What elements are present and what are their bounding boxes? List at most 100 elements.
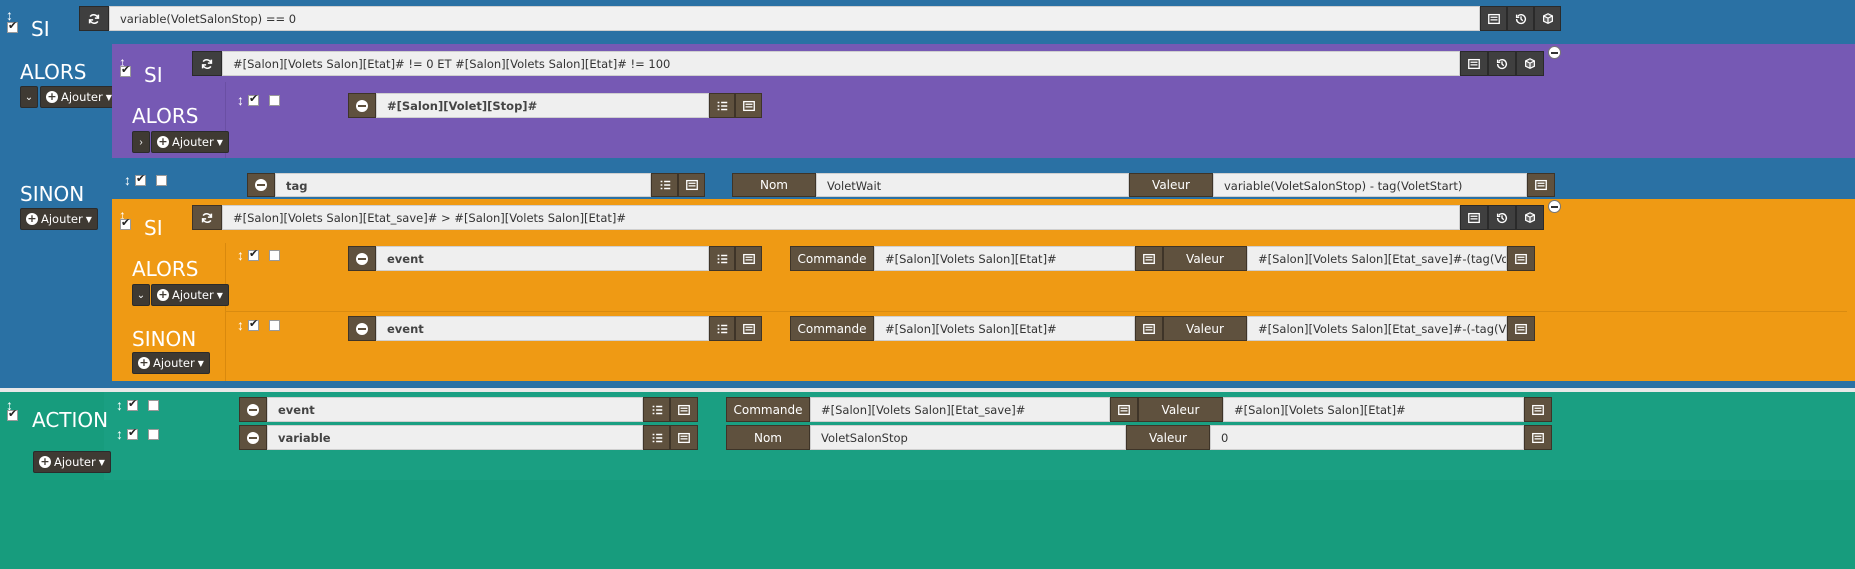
command-select-button[interactable] [1135, 246, 1163, 271]
refresh-button[interactable] [192, 205, 222, 230]
si-condition-input[interactable]: variable(VoletSalonStop) == 0 [109, 6, 1480, 31]
action-type-input[interactable]: event [267, 397, 643, 422]
details-button[interactable] [670, 425, 698, 450]
remove-nested-si-icon[interactable] [1548, 46, 1561, 59]
details-button[interactable] [670, 397, 698, 422]
nested-si2-checkbox[interactable] [120, 216, 131, 230]
row-enable-checkbox[interactable] [127, 426, 138, 440]
row-parallel-checkbox[interactable] [269, 319, 280, 331]
row-parallel-checkbox[interactable] [269, 249, 280, 261]
remove-row-button[interactable] [239, 425, 267, 450]
row-parallel-checkbox[interactable] [148, 428, 159, 440]
refresh-button[interactable] [79, 6, 109, 31]
command-input[interactable]: #[Salon][Volets Salon][Etat]# [874, 246, 1135, 271]
collapse-button[interactable]: ⌄ [132, 284, 150, 306]
nested2-sinon-add-button[interactable]: + Ajouter ▼ [132, 352, 210, 374]
row-enable-checkbox[interactable] [248, 92, 259, 106]
action-type-input[interactable]: variable [267, 425, 643, 450]
tag-value-input[interactable]: variable(VoletSalonStop) - tag(VoletStar… [1213, 173, 1527, 197]
details-button[interactable] [735, 316, 762, 341]
nested-si-condition-input[interactable]: #[Salon][Volets Salon][Etat]# != 0 ET #[… [222, 51, 1460, 76]
command-value-input[interactable]: #[Salon][Volets Salon][Etat_save]#-(-tag… [1247, 316, 1507, 341]
action-enable-checkbox[interactable] [7, 407, 18, 421]
equipment-button[interactable] [1534, 6, 1561, 31]
sinon-add-button[interactable]: + Ajouter ▼ [20, 208, 98, 230]
remove-row-button[interactable] [348, 316, 376, 341]
details-button[interactable] [735, 93, 762, 118]
row-parallel-checkbox[interactable] [148, 399, 159, 411]
si-enable-checkbox[interactable] [7, 19, 18, 33]
options-button[interactable] [651, 173, 678, 197]
action-type-input[interactable]: event [376, 246, 709, 271]
row-enable-checkbox[interactable] [248, 317, 259, 331]
row-controls[interactable]: ↕ [116, 397, 159, 412]
refresh-button[interactable] [192, 51, 222, 76]
options-button[interactable] [709, 246, 735, 271]
nested2-alors-add-button[interactable]: + Ajouter ▼ [151, 284, 229, 306]
history-button[interactable] [1488, 51, 1516, 76]
row-controls[interactable]: ↕ [116, 426, 159, 441]
move-icon[interactable]: ↕ [116, 398, 123, 412]
move-icon[interactable]: ↕ [237, 318, 244, 332]
minus-icon [255, 179, 267, 191]
options-button[interactable] [709, 93, 735, 118]
action-add-button[interactable]: + Ajouter ▼ [33, 451, 111, 473]
command-value-input[interactable]: #[Salon][Volets Salon][Etat]# [1223, 397, 1524, 422]
expand-button[interactable]: › [132, 131, 150, 153]
remove-row-button[interactable] [247, 173, 275, 197]
command-input[interactable]: #[Salon][Volets Salon][Etat]# [874, 316, 1135, 341]
action-type-input[interactable]: event [376, 316, 709, 341]
nested-si2-condition-input[interactable]: #[Salon][Volets Salon][Etat_save]# > #[S… [222, 205, 1460, 230]
expression-button[interactable] [1460, 205, 1488, 230]
row-enable-checkbox[interactable] [248, 247, 259, 261]
move-icon[interactable]: ↕ [237, 93, 244, 107]
row-enable-checkbox[interactable] [135, 172, 146, 186]
value-options-button[interactable] [1524, 397, 1552, 422]
row-controls[interactable]: ↕ [237, 317, 280, 332]
variable-value-input[interactable]: 0 [1210, 425, 1524, 450]
remove-row-button[interactable] [239, 397, 267, 422]
nested-alors-add-button[interactable]: + Ajouter ▼ [151, 131, 229, 153]
move-icon[interactable]: ↕ [124, 173, 131, 187]
expression-button[interactable] [1480, 6, 1507, 31]
alors-add-button[interactable]: + Ajouter ▼ [40, 86, 118, 108]
options-button[interactable] [643, 425, 670, 450]
move-icon[interactable]: ↕ [237, 248, 244, 262]
list-icon [1468, 212, 1480, 223]
history-button[interactable] [1507, 6, 1534, 31]
action-type-input[interactable]: #[Salon][Volet][Stop]# [376, 93, 709, 118]
variable-name-input[interactable]: VoletSalonStop [810, 425, 1126, 450]
action-type-input[interactable]: tag [275, 173, 651, 197]
row-controls[interactable]: ↕ [237, 247, 280, 262]
nested-si-checkbox[interactable] [120, 63, 131, 77]
options-button[interactable] [709, 316, 735, 341]
value-options-button[interactable] [1507, 316, 1535, 341]
equipment-button[interactable] [1516, 205, 1544, 230]
command-select-button[interactable] [1110, 397, 1138, 422]
value-options-button[interactable] [1507, 246, 1535, 271]
tag-name-input[interactable]: VoletWait [816, 173, 1129, 197]
remove-nested-si2-icon[interactable] [1548, 200, 1561, 213]
remove-row-button[interactable] [348, 246, 376, 271]
remove-row-button[interactable] [348, 93, 376, 118]
row-controls[interactable]: ↕ [124, 172, 167, 187]
command-select-button[interactable] [1135, 316, 1163, 341]
details-button[interactable] [678, 173, 705, 197]
value-options-button[interactable] [1527, 173, 1555, 197]
caret-icon: ▼ [105, 92, 112, 102]
refresh-icon [201, 58, 213, 69]
expression-button[interactable] [1460, 51, 1488, 76]
value-options-button[interactable] [1524, 425, 1552, 450]
row-controls[interactable]: ↕ [237, 92, 280, 107]
command-input[interactable]: #[Salon][Volets Salon][Etat_save]# [810, 397, 1110, 422]
options-button[interactable] [643, 397, 670, 422]
history-button[interactable] [1488, 205, 1516, 230]
collapse-button[interactable]: ⌄ [20, 86, 38, 108]
row-enable-checkbox[interactable] [127, 397, 138, 411]
details-button[interactable] [735, 246, 762, 271]
equipment-button[interactable] [1516, 51, 1544, 76]
command-value-input[interactable]: #[Salon][Volets Salon][Etat_save]#-(tag(… [1247, 246, 1507, 271]
row-parallel-checkbox[interactable] [156, 174, 167, 186]
row-parallel-checkbox[interactable] [269, 94, 280, 106]
move-icon[interactable]: ↕ [116, 427, 123, 441]
